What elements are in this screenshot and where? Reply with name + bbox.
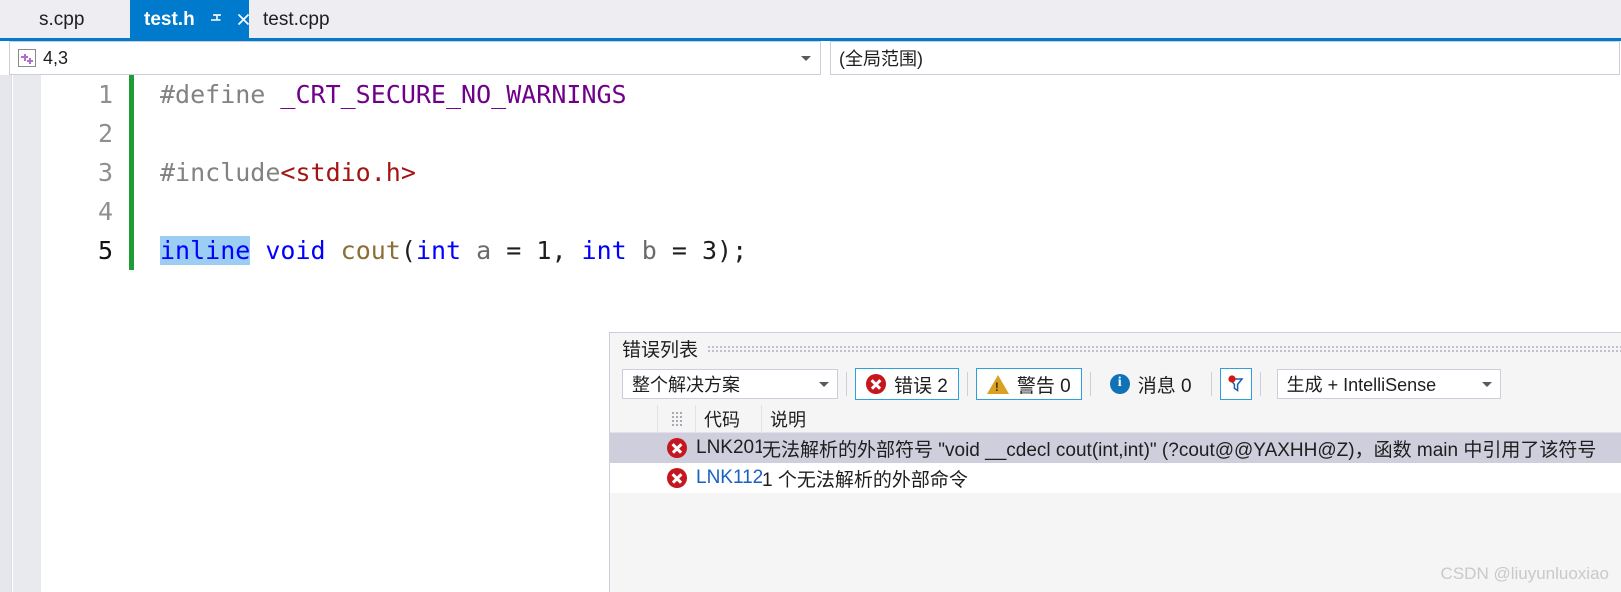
line-number: 2 — [97, 119, 113, 148]
line-number: 3 — [97, 158, 113, 187]
tab-test-cpp[interactable]: test.cpp — [249, 0, 390, 38]
toolbar-separator — [1259, 372, 1261, 396]
scope-selector-value: (全局范围) — [839, 49, 923, 69]
code-line[interactable]: 3 #include<stdio.h> — [41, 153, 1621, 192]
code-line[interactable]: 1 #define _CRT_SECURE_NO_WARNINGS — [41, 75, 1621, 114]
pin-icon[interactable] — [209, 12, 224, 27]
navigation-bar: 4,3 (全局范围) — [0, 41, 1621, 75]
row-spacer — [610, 463, 658, 493]
grid-header-row: 代码 说明 — [610, 405, 1621, 433]
table-row[interactable]: LNK2019 无法解析的外部符号 "void __cdecl cout(int… — [610, 433, 1621, 463]
error-icon — [658, 433, 696, 463]
row-description: 1 个无法解析的外部命令 — [762, 469, 968, 491]
row-code[interactable]: LNK1120 — [696, 463, 762, 493]
column-header-spacer — [610, 405, 658, 432]
editor-selection: inline — [160, 236, 251, 265]
warning-count-toggle[interactable]: 警告 0 — [975, 368, 1082, 400]
code-line[interactable]: 5 inline void cout(int a = 1, int b = 3)… — [41, 231, 1621, 270]
grip-dots-icon — [671, 411, 682, 426]
toolbar-separator — [1089, 372, 1091, 396]
column-header-description[interactable]: 说明 — [762, 405, 1621, 432]
change-indicator — [129, 114, 134, 153]
table-row[interactable]: LNK1120 1 个无法解析的外部命令 — [610, 463, 1621, 493]
error-icon — [866, 374, 886, 394]
build-filter-dropdown[interactable]: 生成 + IntelliSense — [1276, 369, 1501, 399]
line-number: 5 — [97, 236, 113, 265]
member-selector-combo[interactable]: 4,3 — [9, 41, 821, 75]
chevron-down-icon[interactable] — [801, 56, 811, 61]
error-list-panel: 错误列表 整个解决方案 错误 2 警告 0 消息 0 — [609, 332, 1621, 592]
tab-label: test.h — [144, 8, 195, 30]
info-icon — [1109, 374, 1130, 394]
code-line-text: inline void cout(int a = 1, int b = 3); — [160, 236, 748, 265]
row-spacer — [610, 433, 658, 463]
message-count-toggle[interactable]: 消息 0 — [1099, 368, 1203, 400]
toolbar-separator — [966, 372, 968, 396]
error-count-label: 错误 2 — [894, 375, 948, 397]
editor-selection-margin — [13, 75, 41, 592]
vs-editor-window: s.cpp test.h test.cpp 4,3 (全局范围) 1 #defi… — [0, 0, 1621, 592]
tab-label: test.cpp — [263, 8, 330, 30]
line-number: 1 — [97, 80, 113, 109]
column-header-grip[interactable] — [658, 405, 696, 432]
header-divider — [708, 346, 1621, 353]
error-count-toggle[interactable]: 错误 2 — [855, 368, 959, 400]
panel-title: 错误列表 — [622, 339, 699, 361]
tab-test-h[interactable]: test.h — [130, 0, 249, 38]
chevron-down-icon[interactable] — [819, 382, 829, 387]
error-icon — [658, 463, 696, 493]
tab-label: s.cpp — [39, 8, 85, 30]
line-number: 4 — [97, 197, 113, 226]
warning-count-label: 警告 0 — [1016, 375, 1071, 397]
row-description: 无法解析的外部符号 "void __cdecl cout(int,int)" (… — [762, 439, 1597, 461]
tab-s-cpp[interactable]: s.cpp — [25, 0, 130, 38]
code-line-text: #define _CRT_SECURE_NO_WARNINGS — [160, 80, 627, 109]
editor-tab-strip: s.cpp test.h test.cpp — [0, 0, 1621, 41]
code-line[interactable]: 2 — [41, 114, 1621, 153]
column-header-code[interactable]: 代码 — [696, 405, 762, 432]
change-indicator — [129, 192, 134, 231]
filter-funnel-icon[interactable] — [1219, 368, 1252, 400]
error-list-header: 错误列表 — [610, 333, 1621, 363]
member-selector-value: 4,3 — [43, 47, 69, 68]
chevron-down-icon[interactable] — [1481, 382, 1492, 387]
error-list-toolbar: 整个解决方案 错误 2 警告 0 消息 0 — [610, 363, 1621, 405]
member-icon — [18, 49, 36, 67]
scope-filter-value: 整个解决方案 — [632, 375, 740, 395]
toolbar-separator — [846, 372, 847, 396]
code-line[interactable]: 4 — [41, 192, 1621, 231]
message-count-label: 消息 0 — [1137, 375, 1192, 397]
toolbar-separator — [1210, 372, 1212, 396]
row-code[interactable]: LNK2019 — [696, 433, 762, 463]
scope-filter-dropdown[interactable]: 整个解决方案 — [622, 369, 838, 399]
code-line-text: #include<stdio.h> — [160, 158, 416, 187]
warning-icon — [986, 374, 1009, 394]
error-list-grid: 代码 说明 LNK2019 无法解析的外部符号 "void __cdecl co… — [610, 405, 1621, 493]
scope-selector-combo[interactable]: (全局范围) — [830, 41, 1620, 75]
editor-left-indicator-bar — [0, 75, 12, 592]
build-filter-value: 生成 + IntelliSense — [1286, 375, 1437, 395]
watermark: CSDN @liuyunluoxiao — [1440, 564, 1609, 583]
